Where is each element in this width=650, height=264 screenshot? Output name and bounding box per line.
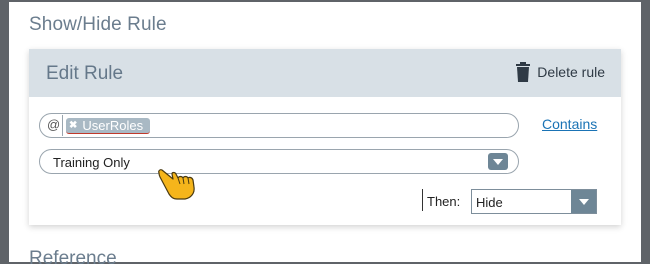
- close-icon[interactable]: ✖: [69, 120, 77, 131]
- action-select[interactable]: Hide: [471, 189, 597, 214]
- at-symbol: @: [47, 117, 61, 132]
- operator-contains-link[interactable]: Contains: [542, 116, 597, 132]
- condition-field-input[interactable]: @ ✖ UserRoles: [39, 113, 519, 138]
- hand-pointer-icon: [157, 165, 201, 201]
- condition-value-select[interactable]: Training Only: [39, 149, 519, 174]
- trash-icon: [515, 62, 531, 82]
- rule-card: Edit Rule Delete rule @ ✖ UserRoles Cont…: [29, 49, 621, 225]
- reference-section-title: Reference: [29, 248, 117, 264]
- dialog-title: Show/Hide Rule: [29, 14, 167, 35]
- field-token[interactable]: ✖ UserRoles: [66, 118, 151, 134]
- rule-card-title: Edit Rule: [46, 63, 124, 84]
- delete-rule-button[interactable]: Delete rule: [515, 61, 605, 83]
- field-divider: [62, 115, 63, 136]
- condition-value-text: Training Only: [53, 155, 130, 170]
- caret-down-icon[interactable]: [571, 190, 596, 213]
- rule-card-header: Edit Rule Delete rule: [29, 49, 621, 97]
- action-select-value: Hide: [476, 195, 503, 210]
- then-divider: [422, 189, 423, 211]
- caret-down-icon[interactable]: [488, 153, 508, 170]
- delete-rule-label: Delete rule: [537, 64, 605, 80]
- then-label: Then:: [427, 194, 461, 209]
- field-token-label: UserRoles: [82, 118, 144, 133]
- dialog-frame: Show/Hide Rule Edit Rule Delete rule @ ✖: [0, 0, 650, 264]
